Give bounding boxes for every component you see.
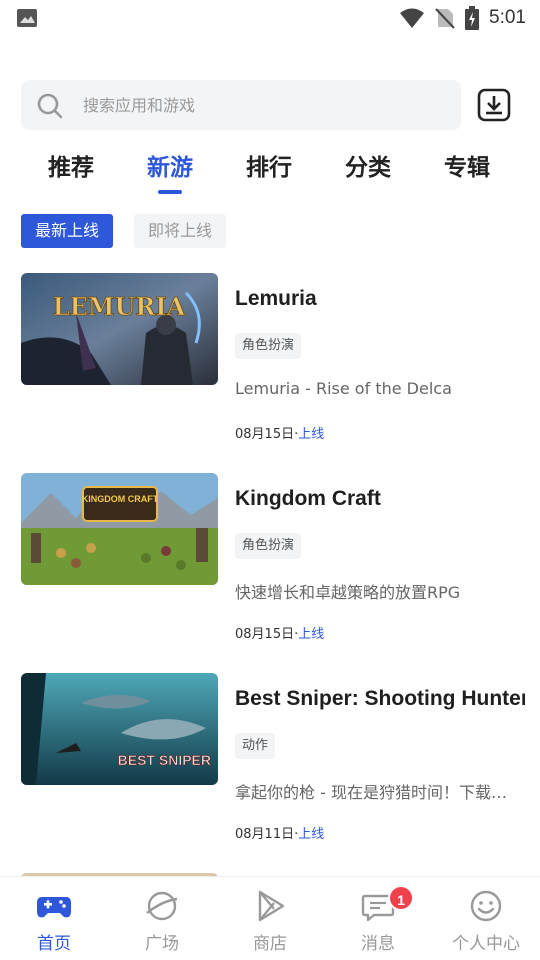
nav-label: 商店 [253,934,287,954]
game-thumbnail[interactable]: LEMURIA [21,273,218,385]
wifi-icon [400,8,425,28]
search-input[interactable] [83,80,443,130]
nav-square[interactable]: 广场 [108,877,216,960]
nav-label: 广场 [145,934,179,954]
nav-home[interactable]: 首页 [0,877,108,960]
game-thumbnail[interactable]: KINGDOM CRAFT [21,473,218,585]
list-item[interactable]: BEST SNIPER Best Sniper: Shooting Hunter… [0,673,540,863]
clock: 5:01 [489,7,526,28]
game-description: Lemuria - Rise of the Delca [235,379,452,398]
tab-label: 推荐 [48,155,94,181]
nav-label: 消息 [361,934,395,954]
genre-tag: 动作 [235,733,276,759]
tab-albums[interactable]: 专辑 [437,148,497,192]
planet-icon [146,891,178,921]
tab-new-games[interactable]: 新游 [140,148,200,194]
play-store-icon [258,890,285,922]
category-tabs: 推荐 新游 排行 分类 专辑 [21,148,521,198]
genre-tag: 角色扮演 [235,533,302,559]
tab-label: 专辑 [444,155,490,181]
date-text: 08月15日· [235,627,299,642]
release-status: 上线 [298,827,325,842]
nav-label: 首页 [37,934,71,954]
tab-label: 分类 [345,155,391,181]
release-date: 08月15日·上线 [235,623,324,642]
no-sim-icon [435,8,455,29]
best-sniper-artwork: BEST SNIPER [21,673,218,785]
bottom-navigation: 首页 广场 商店 1 消息 个人中心 [0,876,540,960]
gamepad-icon [37,897,71,918]
list-item[interactable]: KINGDOM CRAFT Kingdom Craft 角色扮演 快速增长和卓越… [0,473,540,663]
game-title[interactable]: Kingdom Craft [235,487,525,511]
battery-charging-icon [465,6,480,30]
tab-recommend[interactable]: 推荐 [41,148,101,192]
search-icon [37,93,63,119]
tab-categories[interactable]: 分类 [338,148,398,192]
date-text: 08月15日· [235,427,299,442]
date-text: 08月11日· [235,827,299,842]
filter-latest-release[interactable]: 最新上线 [21,214,114,248]
nav-profile[interactable]: 个人中心 [432,877,540,960]
release-status: 上线 [298,627,325,642]
tab-ranking[interactable]: 排行 [239,148,299,192]
download-manager-icon[interactable] [477,88,511,122]
gallery-notification-icon [17,9,37,27]
game-description: 拿起你的枪 - 现在是狩猎时间！下载最好的狙击手游戏 [235,783,520,802]
kingdom-craft-artwork: KINGDOM CRAFT [21,473,218,585]
thumb-logo-text: KINGDOM CRAFT [82,494,159,504]
nav-store[interactable]: 商店 [216,877,324,960]
status-bar: 5:01 [0,0,540,36]
game-title[interactable]: Best Sniper: Shooting Hunter [235,687,525,711]
release-date: 08月11日·上线 [235,823,324,842]
game-title[interactable]: Lemuria [235,287,525,311]
genre-tag: 角色扮演 [235,333,302,359]
game-description: 快速增长和卓越策略的放置RPG [235,583,461,602]
tab-label: 排行 [246,155,292,181]
lemuria-artwork: LEMURIA [21,273,218,385]
active-tab-indicator [158,190,182,194]
game-thumbnail[interactable]: BEST SNIPER [21,673,218,785]
release-date: 08月15日·上线 [235,423,324,442]
nav-label: 个人中心 [452,934,520,954]
thumb-logo-text: LEMURIA [53,292,186,321]
list-item[interactable]: LEMURIA Lemuria 角色扮演 Lemuria - Rise of t… [0,273,540,463]
search-bar[interactable] [21,80,461,130]
tab-label: 新游 [147,155,193,181]
release-status: 上线 [298,427,325,442]
thumb-logo-text: BEST SNIPER [118,752,211,768]
filter-coming-soon[interactable]: 即将上线 [134,214,227,248]
nav-messages[interactable]: 1 消息 [324,877,432,960]
unread-badge: 1 [388,885,414,911]
smiley-icon [470,890,502,922]
